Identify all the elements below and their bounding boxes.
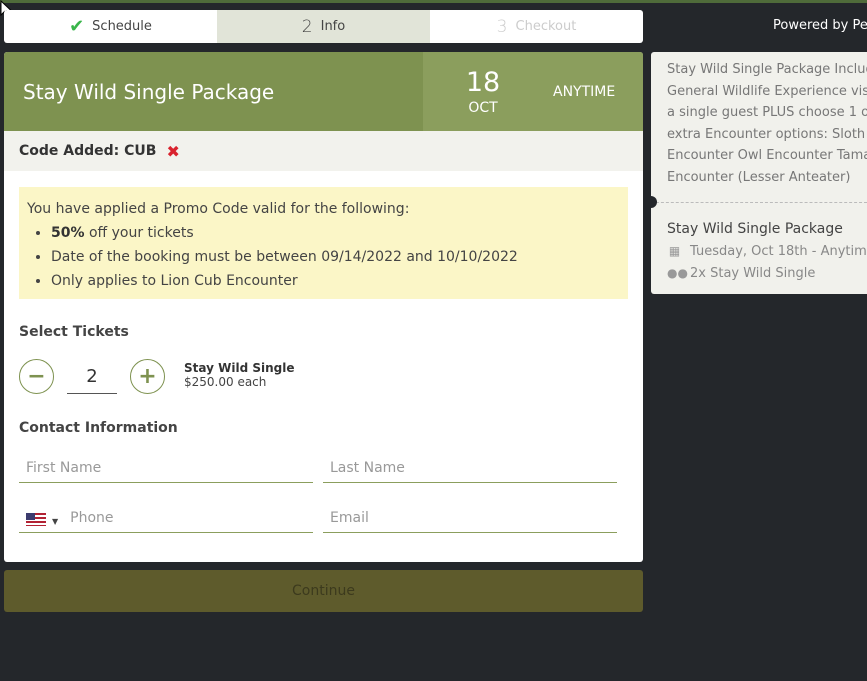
package-header: Stay Wild Single Package 18 OCT ANYTIME bbox=[4, 52, 643, 131]
select-tickets-heading: Select Tickets bbox=[19, 324, 129, 340]
summary-date-row: ▦ Tuesday, Oct 18th - Anytime bbox=[667, 244, 867, 259]
summary-guests: 2x Stay Wild Single bbox=[690, 266, 816, 281]
summary-guests-row: ●● 2x Stay Wild Single bbox=[667, 266, 815, 281]
package-title: Stay Wild Single Package bbox=[23, 79, 275, 104]
step-checkout[interactable]: 3 Checkout bbox=[430, 10, 643, 43]
phone-placeholder: Phone bbox=[70, 510, 114, 526]
package-date: 18 OCT ANYTIME bbox=[423, 52, 643, 131]
email-field[interactable]: Email bbox=[323, 501, 617, 533]
contact-info-heading: Contact Information bbox=[19, 420, 178, 436]
users-icon: ●● bbox=[667, 266, 688, 280]
step-number: 3 bbox=[496, 16, 508, 37]
close-icon[interactable]: ✖ bbox=[166, 142, 179, 161]
first-name-field[interactable]: First Name bbox=[19, 451, 313, 483]
promo-intro: You have applied a Promo Code valid for … bbox=[27, 201, 410, 217]
calendar-icon: ▦ bbox=[668, 244, 681, 258]
step-number: 2 bbox=[301, 16, 313, 37]
decrement-button[interactable]: − bbox=[19, 359, 54, 394]
order-summary: Stay Wild Single Package Includes Genera… bbox=[651, 52, 867, 294]
quantity-stepper: − 2 + bbox=[19, 359, 165, 394]
summary-title: Stay Wild Single Package bbox=[667, 221, 843, 237]
checkmark-icon: ✔ bbox=[69, 16, 85, 37]
step-schedule[interactable]: ✔ Schedule bbox=[4, 10, 217, 43]
caret-down-icon[interactable]: ▼ bbox=[52, 517, 58, 526]
promo-code-label: Code Added: CUB bbox=[19, 143, 157, 159]
increment-button[interactable]: + bbox=[130, 359, 165, 394]
ticket-info: Stay Wild Single $250.00 each bbox=[184, 361, 294, 389]
ticket-price: $250.00 each bbox=[184, 375, 267, 389]
promo-rule-discount: 50% off your tickets bbox=[51, 221, 620, 245]
promo-rule-applies: Only applies to Lion Cub Encounter bbox=[51, 269, 620, 293]
top-accent-line bbox=[0, 0, 867, 3]
step-label: Schedule bbox=[92, 19, 152, 34]
booking-card: Stay Wild Single Package 18 OCT ANYTIME … bbox=[4, 52, 643, 562]
booking-stepper: ✔ Schedule 2 Info 3 Checkout bbox=[4, 10, 643, 43]
divider-notch bbox=[651, 196, 657, 208]
date-month: OCT bbox=[468, 99, 498, 116]
divider bbox=[651, 202, 867, 203]
us-flag-icon[interactable] bbox=[26, 513, 46, 526]
ticket-name: Stay Wild Single bbox=[184, 361, 295, 375]
date-day: 18 bbox=[465, 66, 501, 98]
package-description: Stay Wild Single Package Includes Genera… bbox=[667, 62, 867, 185]
step-info[interactable]: 2 Info bbox=[217, 10, 430, 43]
step-label: Info bbox=[320, 19, 346, 34]
summary-date: Tuesday, Oct 18th - Anytime bbox=[690, 244, 867, 259]
last-name-field[interactable]: Last Name bbox=[323, 451, 617, 483]
powered-by-link[interactable]: Powered by Peek bbox=[773, 18, 867, 33]
date-time: ANYTIME bbox=[553, 83, 616, 100]
quantity-value[interactable]: 2 bbox=[67, 360, 117, 394]
promo-rule-dates: Date of the booking must be between 09/1… bbox=[51, 245, 620, 269]
continue-button[interactable]: Continue bbox=[4, 570, 643, 612]
step-label: Checkout bbox=[515, 19, 577, 34]
promo-code-bar: Code Added: CUB ✖ bbox=[4, 131, 643, 171]
phone-field[interactable]: ▼ Phone bbox=[19, 501, 313, 533]
promo-notice: You have applied a Promo Code valid for … bbox=[19, 187, 628, 299]
